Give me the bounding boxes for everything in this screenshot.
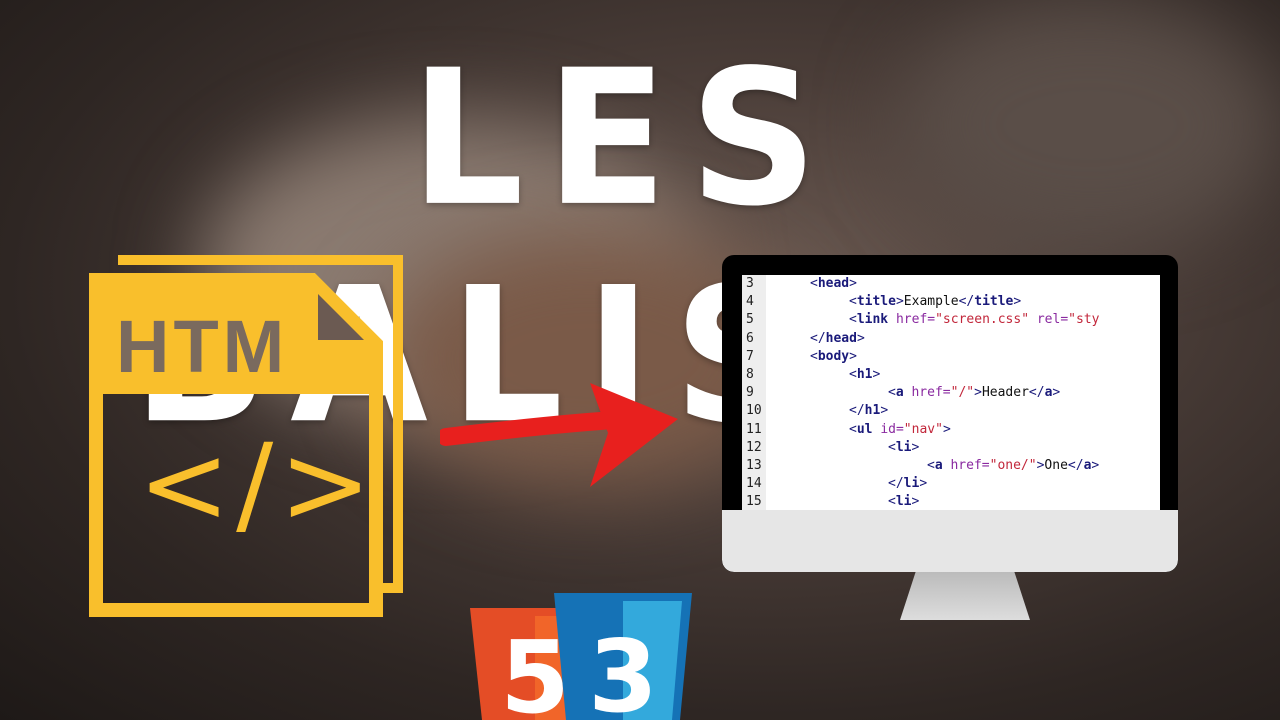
- line-number: 13: [746, 458, 762, 473]
- code-token: >: [895, 294, 904, 310]
- code-token: <: [810, 276, 818, 291]
- line-number: 4: [746, 294, 754, 310]
- code-token: >: [911, 439, 920, 455]
- code-token: >: [880, 403, 889, 419]
- code-line: <ul id="nav">: [849, 422, 951, 437]
- code-token: a: [934, 458, 943, 473]
- css3-logo: 3: [554, 593, 692, 720]
- code-token: li: [895, 494, 912, 510]
- code-token: <: [849, 294, 857, 310]
- code-token: rel=: [1036, 312, 1069, 328]
- css3-number: 3: [588, 618, 658, 720]
- code-token: title: [974, 294, 1014, 310]
- code-token: h1: [856, 367, 873, 382]
- line-number: 3: [746, 276, 754, 291]
- code-token: <: [810, 348, 818, 364]
- html-file-icon: HTM </>: [89, 255, 403, 617]
- code-token: <: [849, 367, 857, 382]
- line-number: 12: [746, 439, 762, 455]
- code-token: <: [849, 421, 857, 437]
- line-number: 5: [746, 312, 754, 328]
- code-token: "/": [950, 385, 975, 401]
- monitor-stand: [900, 572, 1030, 620]
- line-number: 15: [746, 494, 762, 510]
- code-token: One: [1044, 458, 1068, 473]
- code-line: <title>Example</title>: [849, 294, 1021, 309]
- code-token: title: [856, 294, 896, 310]
- code-token: <: [888, 439, 896, 455]
- code-line: <h1>: [849, 367, 880, 382]
- code-token: href=: [895, 312, 936, 328]
- line-number: 7: [746, 348, 754, 364]
- code-token: id=: [880, 421, 904, 437]
- code-token: </: [888, 476, 904, 492]
- code-token: </: [1067, 458, 1084, 473]
- code-token: </: [1028, 385, 1045, 401]
- code-token: <: [927, 458, 935, 473]
- code-token: <: [888, 385, 896, 401]
- code-token: li: [895, 439, 912, 455]
- code-token: li: [903, 476, 920, 492]
- code-line: <a href="/">Header</a>: [888, 385, 1060, 400]
- line-number: 14: [746, 476, 762, 492]
- line-number: 9: [746, 385, 754, 401]
- monitor: 3 <head> 4 <title>Example</title> 5 <link hre…: [722, 255, 1178, 572]
- line-number: 6: [746, 330, 754, 346]
- code-token: >: [1013, 294, 1022, 310]
- code-line: <body>: [810, 349, 857, 364]
- code-token: head: [825, 330, 857, 346]
- code-token: "one/": [989, 458, 1037, 473]
- code-token: >: [872, 367, 881, 382]
- monitor-bezel: [722, 510, 1178, 572]
- code-token: </: [810, 330, 826, 346]
- code-line: <head>: [810, 276, 857, 291]
- code-line: </head>: [810, 331, 865, 346]
- code-token: >: [942, 421, 951, 437]
- code-token: "sty: [1068, 312, 1100, 328]
- code-token: </: [958, 294, 975, 310]
- red-arrow-icon: [440, 383, 678, 487]
- code-token: >: [849, 348, 857, 364]
- code-token: Example: [903, 294, 959, 310]
- code-token: href=: [911, 385, 951, 401]
- code-token: >: [911, 494, 920, 510]
- code-token: Header: [981, 385, 1029, 401]
- line-number: 10: [746, 403, 762, 419]
- code-token: >: [856, 330, 865, 346]
- code-token: h1: [864, 403, 881, 419]
- code-token: >: [919, 476, 928, 492]
- code-token: head: [817, 276, 850, 291]
- code-token: >: [849, 276, 857, 291]
- code-token: <: [888, 494, 896, 510]
- code-line: <li>: [888, 440, 919, 455]
- code-screen: 3 <head> 4 <title>Example</title> 5 <link hre…: [742, 275, 1160, 510]
- code-line: <link href="screen.css" rel="sty: [849, 312, 1099, 327]
- code-token: >: [974, 385, 982, 401]
- line-number: 11: [746, 421, 762, 437]
- code-token: </: [849, 403, 865, 419]
- code-token: href=: [950, 458, 990, 473]
- code-token: <: [849, 312, 857, 328]
- code-line: </h1>: [849, 403, 888, 418]
- code-token: "nav": [903, 421, 943, 437]
- code-token: >: [1052, 385, 1061, 401]
- code-line: </li>: [888, 476, 927, 491]
- code-token: link: [856, 312, 889, 328]
- code-line: <a href="one/">One</a>: [927, 458, 1099, 473]
- code-token: a: [895, 385, 904, 401]
- code-token: >: [1091, 458, 1100, 473]
- code-token: body: [817, 348, 850, 364]
- code-symbol: </>: [138, 420, 377, 548]
- code-line: <li>: [888, 494, 919, 509]
- line-number: 8: [746, 367, 754, 382]
- code-token: ul: [856, 421, 873, 437]
- code-token: "screen.css": [935, 312, 1030, 328]
- file-label: HTM: [116, 305, 288, 388]
